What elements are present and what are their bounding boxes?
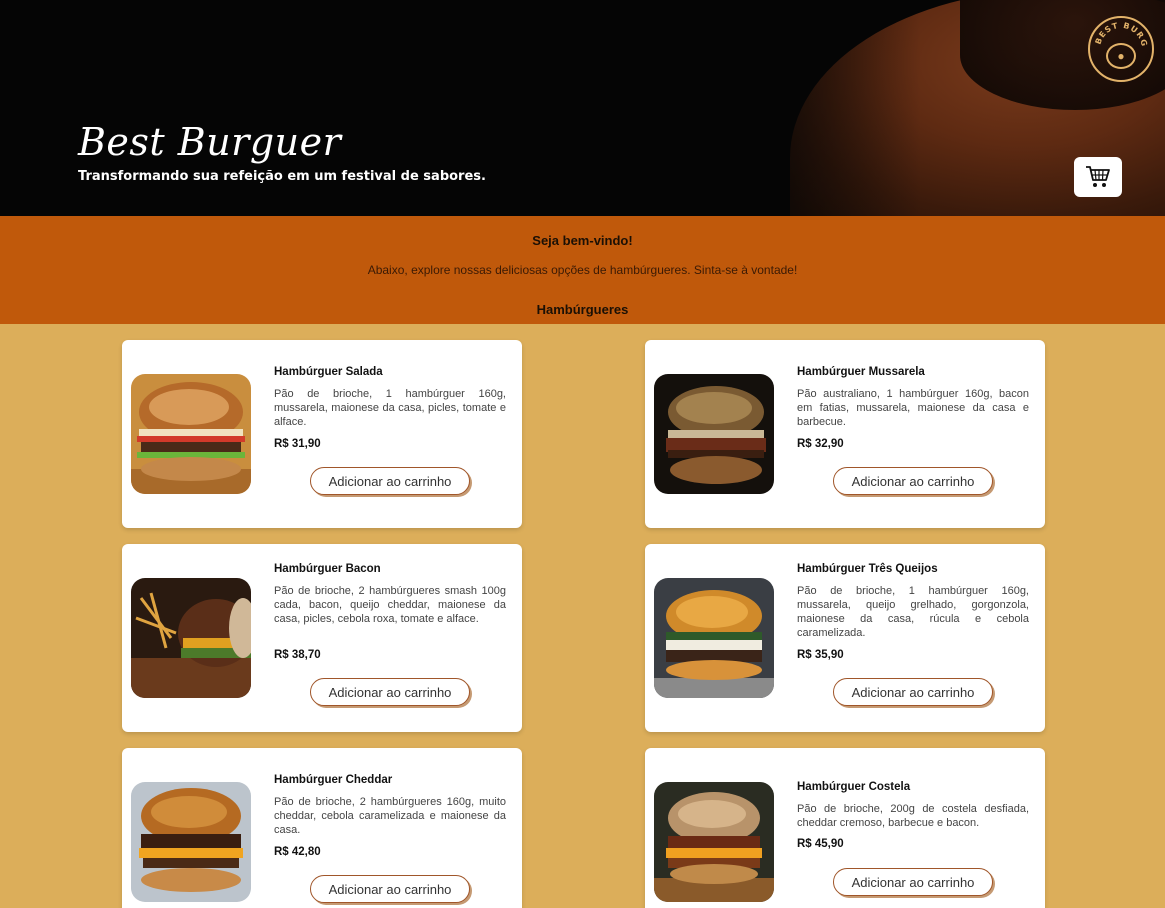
page-title: Best Burguer [78, 120, 342, 164]
cart-icon [1086, 166, 1110, 187]
add-to-cart-button[interactable]: Adicionar ao carrinho [833, 678, 993, 706]
product-description: Pão australiano, 1 hambúrguer 160g, baco… [797, 388, 1029, 428]
product-name: Hambúrguer Mussarela [797, 366, 925, 378]
product-name: Hambúrguer Cheddar [274, 774, 393, 786]
add-to-cart-button[interactable]: Adicionar ao carrinho [310, 467, 470, 495]
product-description: Pão de brioche, 2 hambúrgueres 160g, mui… [274, 796, 506, 836]
product-description: Pão de brioche, 200g de costela desfiada… [797, 803, 1029, 829]
hero-shade [720, 0, 920, 216]
product-image [654, 374, 774, 494]
add-to-cart-button[interactable]: Adicionar ao carrinho [833, 868, 993, 896]
cart-button[interactable] [1074, 157, 1122, 197]
welcome-band: Seja bem-vindo! Abaixo, explore nossas d… [0, 216, 1165, 324]
product-price: R$ 42,80 [274, 846, 321, 858]
product-description: Pão de brioche, 2 hambúrgueres smash 100… [274, 585, 506, 625]
welcome-text: Abaixo, explore nossas deliciosas opções… [367, 263, 798, 277]
product-price: R$ 32,90 [797, 438, 844, 450]
product-card: Hambúrguer Costela Pão de brioche, 200g … [645, 748, 1045, 908]
brand-logo: BEST BURGER ● [1088, 16, 1154, 82]
product-image [654, 578, 774, 698]
product-image [131, 374, 251, 494]
product-name: Hambúrguer Três Queijos [797, 563, 938, 575]
product-image [131, 782, 251, 902]
welcome-title: Seja bem-vindo! [532, 233, 633, 248]
product-name: Hambúrguer Costela [797, 781, 911, 793]
svg-text:BEST BURGER: BEST BURGER [1090, 18, 1149, 48]
product-card: Hambúrguer Salada Pão de brioche, 1 hamb… [122, 340, 522, 528]
product-description: Pão de brioche, 1 hambúrguer 160g, mussa… [797, 585, 1029, 639]
page-subtitle: Transformando sua refeição em um festiva… [78, 169, 486, 184]
add-to-cart-button[interactable]: Adicionar ao carrinho [833, 467, 993, 495]
product-description: Pão de brioche, 1 hambúrguer 160g, mussa… [274, 388, 506, 428]
hero-banner: BEST BURGER ● Best Burguer Transformando… [0, 0, 1165, 216]
product-card: Hambúrguer Bacon Pão de brioche, 2 hambú… [122, 544, 522, 732]
product-image [131, 578, 251, 698]
logo-ring-icon: BEST BURGER [1090, 18, 1149, 48]
product-card: Hambúrguer Mussarela Pão australiano, 1 … [645, 340, 1045, 528]
product-card: Hambúrguer Cheddar Pão de brioche, 2 ham… [122, 748, 522, 908]
product-name: Hambúrguer Bacon [274, 563, 381, 575]
product-price: R$ 45,90 [797, 838, 844, 850]
product-price: R$ 35,90 [797, 649, 844, 661]
product-price: R$ 38,70 [274, 649, 321, 661]
add-to-cart-button[interactable]: Adicionar ao carrinho [310, 875, 470, 903]
add-to-cart-button[interactable]: Adicionar ao carrinho [310, 678, 470, 706]
product-image [654, 782, 774, 902]
product-name: Hambúrguer Salada [274, 366, 383, 378]
product-card: Hambúrguer Três Queijos Pão de brioche, … [645, 544, 1045, 732]
section-title: Hambúrgueres [536, 302, 629, 317]
product-price: R$ 31,90 [274, 438, 321, 450]
